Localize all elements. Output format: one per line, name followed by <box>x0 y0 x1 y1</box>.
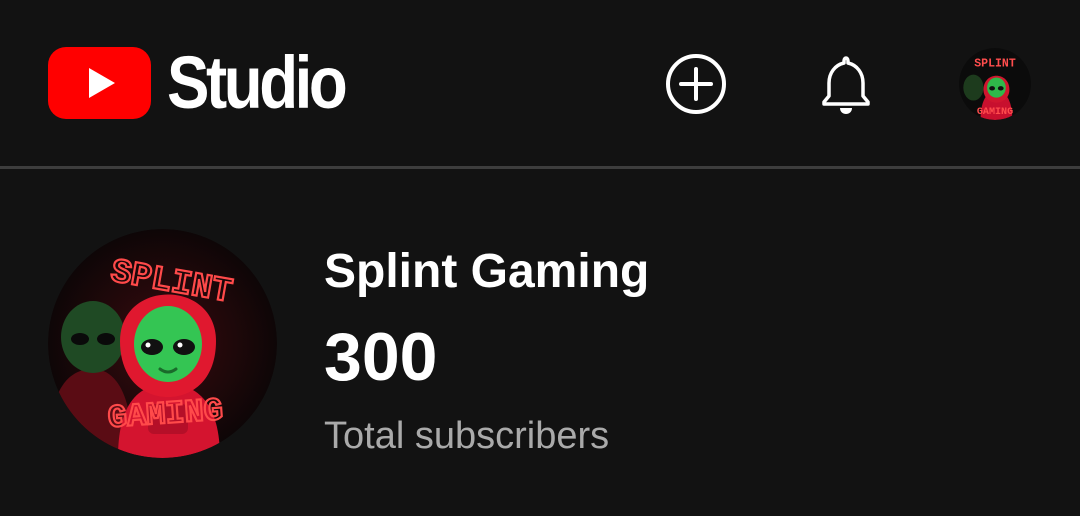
channel-summary: SPLINT GAMING Splint Gaming 300 Total su… <box>0 169 1080 516</box>
top-app-bar: Studio SPLINT GAMING <box>0 0 1080 169</box>
channel-info: Splint Gaming 300 Total subscribers <box>324 243 649 459</box>
studio-app: Studio SPLINT GAMING SPLINT GAMING Splin… <box>0 0 1080 516</box>
create-button[interactable] <box>662 50 730 118</box>
account-avatar-button[interactable]: SPLINT GAMING <box>958 48 1032 120</box>
youtube-play-icon <box>48 47 151 119</box>
channel-name: Splint Gaming <box>324 245 650 298</box>
subscriber-count: 300 <box>324 319 438 395</box>
app-name: Studio <box>167 41 348 124</box>
notifications-button[interactable] <box>812 50 880 118</box>
channel-avatar[interactable]: SPLINT GAMING <box>48 229 277 458</box>
account-avatar-text-bottom: GAMING <box>977 107 1013 118</box>
account-avatar: SPLINT GAMING <box>959 48 1031 120</box>
account-avatar-text-top: SPLINT <box>974 58 1016 71</box>
create-plus-icon <box>666 54 726 114</box>
notifications-bell-icon <box>822 56 870 114</box>
youtube-studio-logo[interactable]: Studio <box>48 46 373 120</box>
subscriber-label: Total subscribers <box>324 415 610 457</box>
channel-avatar-image: SPLINT GAMING <box>48 229 277 458</box>
